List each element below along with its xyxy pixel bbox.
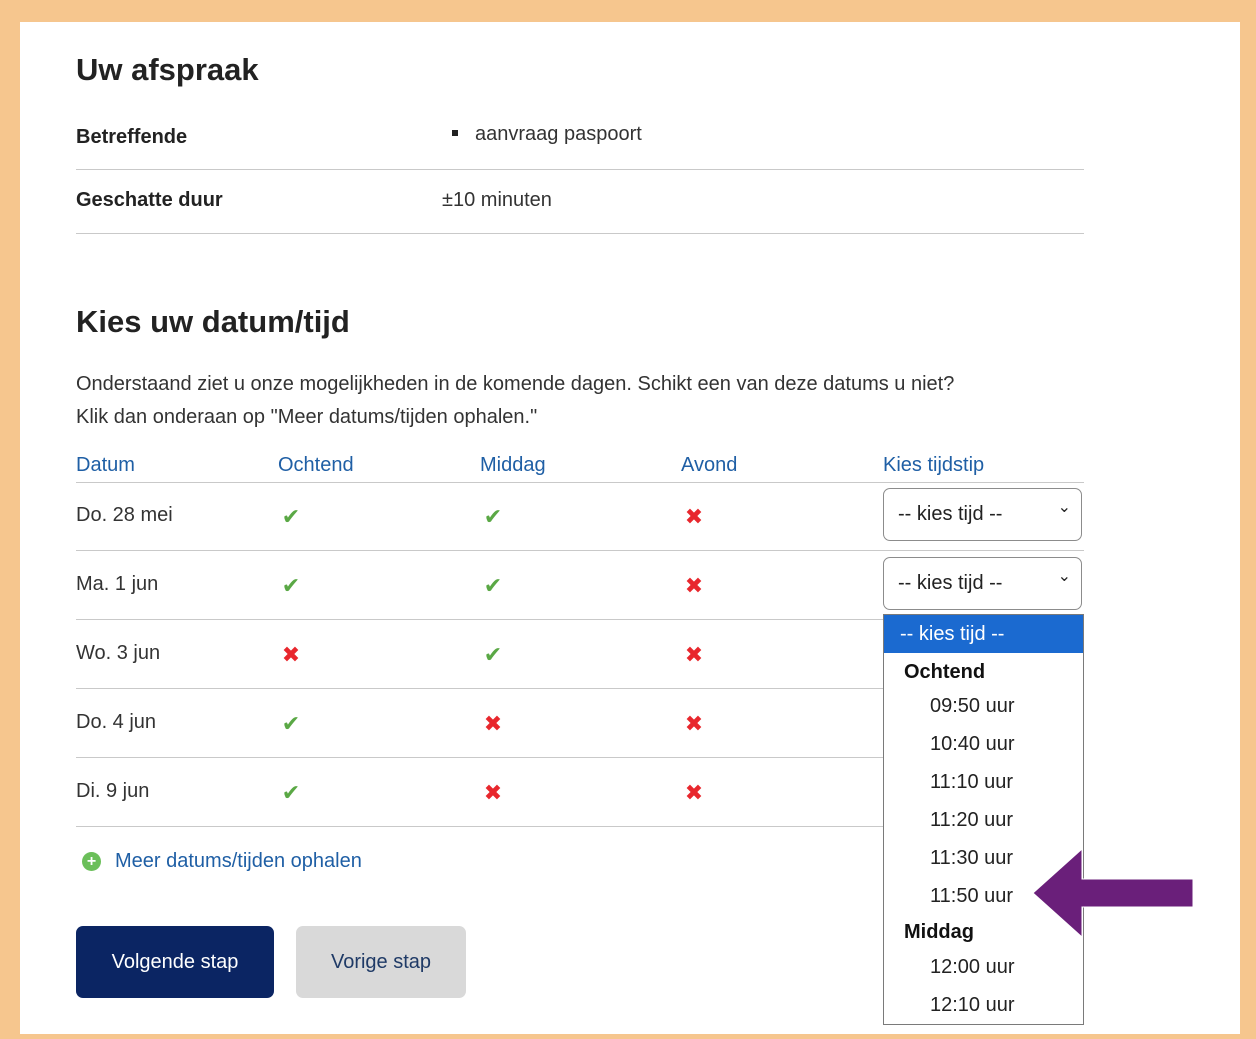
time-select-value: -- kies tijd -- — [898, 572, 1003, 594]
cross-icon: ✖ — [281, 642, 301, 667]
bullet-icon — [452, 129, 458, 136]
intro-line-2: Klik dan onderaan op "Meer datums/tijden… — [76, 406, 538, 428]
duration-label: Geschatte duur — [76, 189, 223, 211]
cross-icon: ✖ — [684, 504, 704, 529]
duration-value: ±10 minuten — [442, 189, 552, 211]
time-select[interactable]: -- kies tijd -- ⌄ — [883, 488, 1082, 541]
dropdown-option-label: 09:50 uur — [930, 695, 1015, 717]
dropdown-option-label: 12:00 uur — [930, 956, 1015, 978]
dropdown-option-label: -- kies tijd -- — [900, 623, 1005, 645]
duration-row: Geschatte duur ±10 minuten — [76, 169, 1084, 234]
plus-circle-icon: + — [82, 852, 101, 871]
subject-label: Betreffende — [76, 126, 188, 148]
col-header-choose-time: Kies tijdstip — [883, 454, 985, 476]
row-date: Di. 9 jun — [76, 780, 150, 802]
chevron-down-icon: ⌄ — [1057, 499, 1071, 516]
dropdown-group-label: Ochtend — [904, 661, 986, 683]
dropdown-option-label: 11:30 uur — [930, 847, 1014, 869]
dropdown-option-label: 12:10 uur — [930, 994, 1015, 1016]
time-select[interactable]: -- kies tijd -- ⌄ — [883, 557, 1082, 610]
table-row: Do. 28 mei ✔ ✔ ✖ -- kies tijd -- ⌄ — [76, 482, 1084, 551]
col-header-evening: Avond — [681, 454, 738, 476]
check-icon: ✔ — [483, 504, 503, 529]
dropdown-option[interactable]: 12:10 uur — [884, 986, 1083, 1024]
previous-step-button[interactable]: Vorige stap — [296, 926, 466, 998]
subject-row: Betreffende aanvraag paspoort — [76, 114, 1084, 170]
appointment-heading: Uw afspraak — [76, 52, 259, 87]
dropdown-option[interactable]: 10:40 uur — [884, 725, 1083, 763]
check-icon: ✔ — [281, 711, 301, 736]
check-icon: ✔ — [483, 642, 503, 667]
next-step-button[interactable]: Volgende stap — [76, 926, 274, 998]
dropdown-group-label: Middag — [904, 921, 974, 943]
more-dates-link[interactable]: + Meer datums/tijden ophalen — [82, 850, 362, 873]
cross-icon: ✖ — [684, 573, 704, 598]
table-row: Ma. 1 jun ✔ ✔ ✖ -- kies tijd -- ⌄ — [76, 551, 1084, 620]
cross-icon: ✖ — [684, 642, 704, 667]
dropdown-option[interactable]: 11:10 uur — [884, 763, 1083, 801]
dropdown-group-morning: Ochtend — [884, 655, 1083, 689]
cross-icon: ✖ — [483, 780, 503, 805]
dropdown-option[interactable]: 12:00 uur — [884, 948, 1083, 986]
row-date: Do. 28 mei — [76, 504, 173, 526]
dropdown-option-label: 10:40 uur — [930, 733, 1015, 755]
cross-icon: ✖ — [483, 711, 503, 736]
row-date: Ma. 1 jun — [76, 573, 159, 595]
check-icon: ✔ — [281, 780, 301, 805]
time-dropdown-list: -- kies tijd -- Ochtend 09:50 uur 10:40 … — [883, 614, 1084, 1025]
check-icon: ✔ — [281, 504, 301, 529]
dropdown-option[interactable]: 11:20 uur — [884, 801, 1083, 839]
table-header: Datum Ochtend Middag Avond Kies tijdstip — [76, 454, 1084, 483]
col-header-morning: Ochtend — [278, 454, 354, 476]
more-dates-label: Meer datums/tijden ophalen — [115, 850, 362, 872]
col-header-afternoon: Middag — [480, 454, 546, 476]
dropdown-option[interactable]: 09:50 uur — [884, 687, 1083, 725]
subject-value: aanvraag paspoort — [452, 123, 642, 146]
col-header-date: Datum — [76, 454, 135, 476]
subject-text: aanvraag paspoort — [475, 123, 642, 145]
chevron-down-icon: ⌄ — [1057, 568, 1071, 585]
dropdown-option-label: 11:50 uur — [930, 885, 1014, 907]
time-select-value: -- kies tijd -- — [898, 503, 1003, 525]
row-date: Do. 4 jun — [76, 711, 157, 733]
dropdown-option-label: 11:20 uur — [930, 809, 1014, 831]
annotation-arrow-icon — [1032, 847, 1194, 939]
row-date: Wo. 3 jun — [76, 642, 161, 664]
intro-text: Onderstaand ziet u onze mogelijkheden in… — [76, 368, 1086, 434]
choose-heading: Kies uw datum/tijd — [76, 304, 350, 339]
dropdown-option-placeholder[interactable]: -- kies tijd -- — [884, 615, 1083, 653]
cross-icon: ✖ — [684, 780, 704, 805]
dropdown-option-label: 11:10 uur — [930, 771, 1014, 793]
check-icon: ✔ — [281, 573, 301, 598]
check-icon: ✔ — [483, 573, 503, 598]
cross-icon: ✖ — [684, 711, 704, 736]
intro-line-1: Onderstaand ziet u onze mogelijkheden in… — [76, 373, 955, 395]
